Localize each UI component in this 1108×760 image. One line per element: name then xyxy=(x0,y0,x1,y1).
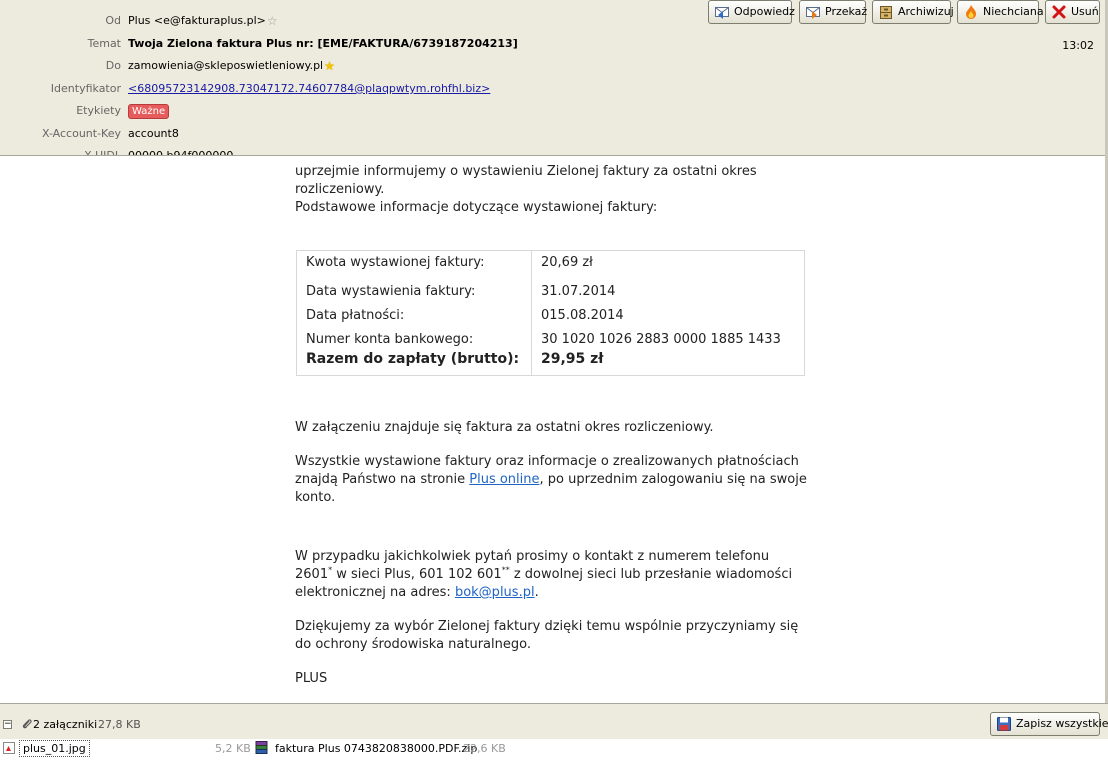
table-cell-value: 29,95 zł xyxy=(541,351,604,367)
table-cell-label: Data płatności: xyxy=(296,303,532,327)
to-value[interactable]: zamowienia@skleposwietleniowy.pl★ xyxy=(128,57,335,75)
from-label: Od xyxy=(105,14,121,27)
zip-archive-icon xyxy=(255,741,268,754)
invoices-paragraph: Wszystkie wystawione faktury oraz inform… xyxy=(295,454,807,505)
message-time: 13:02 xyxy=(1062,39,1094,52)
tag-important-badge[interactable]: Ważne xyxy=(128,104,170,119)
flame-icon xyxy=(966,5,976,19)
table-cell-value: 20,69 zł xyxy=(541,255,593,270)
floppy-disk-icon xyxy=(997,717,1011,731)
attachment-list: plus_01.jpg 5,2 KB faktura Plus 07438208… xyxy=(0,739,1108,760)
attachment-note: W załączeniu znajduje się faktura za ost… xyxy=(295,420,714,435)
message-content: uprzejmie informujemy o wystawieniu Ziel… xyxy=(295,163,810,217)
to-label: Do xyxy=(105,59,121,72)
signature: PLUS xyxy=(295,671,328,686)
subject-label: Temat xyxy=(87,37,121,50)
save-all-button[interactable]: Zapisz wszystkie xyxy=(990,712,1108,736)
table-row-total: Razem do zapłaty (brutto): 29,95 zł xyxy=(296,351,805,376)
junk-button[interactable]: Niechciana xyxy=(957,0,1044,24)
table-cell-value: 015.08.2014 xyxy=(541,307,624,323)
account-key-value: account8 xyxy=(128,127,179,140)
account-key-label: X-Account-Key xyxy=(41,127,121,140)
forward-icon xyxy=(806,7,820,19)
attachments-total-size: 27,8 KB xyxy=(98,718,141,731)
subject-value: Twoja Zielona faktura Plus nr: [EME/FAKT… xyxy=(128,37,518,50)
uidl-label: X-UIDL xyxy=(84,149,121,156)
image-file-icon xyxy=(3,742,15,754)
collapse-toggle-icon[interactable]: − xyxy=(3,720,12,729)
star-filled-icon[interactable]: ★ xyxy=(324,60,335,72)
intro-paragraph: uprzejmie informujemy o wystawieniu Ziel… xyxy=(295,164,757,197)
paperclip-icon xyxy=(22,719,32,729)
attachment-name: faktura Plus 0743820838000.PDF.zip xyxy=(275,742,478,755)
attachment-item[interactable]: faktura Plus 0743820838000.PDF.zip 22,6 … xyxy=(254,739,514,758)
message-id-label: Identyfikator xyxy=(50,82,121,95)
table-cell-label: Razem do zapłaty (brutto): xyxy=(296,351,532,376)
thanks-paragraph: Dziękujemy za wybór Zielonej faktury dzi… xyxy=(295,619,799,652)
invoice-summary-table: Kwota wystawionej faktury: 20,69 zł Data… xyxy=(296,250,805,376)
message-content-lower: W załączeniu znajduje się faktura za ost… xyxy=(295,419,810,688)
table-row: Kwota wystawionej faktury: 20,69 zł xyxy=(296,250,805,279)
plus-online-link[interactable]: Plus online xyxy=(469,472,539,487)
table-cell-label: Data wystawienia faktury: xyxy=(296,279,532,303)
intro-subheading: Podstawowe informacje dotyczące wystawio… xyxy=(295,200,658,215)
table-cell-label: Numer konta bankowego: xyxy=(296,327,532,351)
message-body-pane[interactable]: uprzejmie informujemy o wystawieniu Ziel… xyxy=(0,156,1106,703)
table-cell-value: 31.07.2014 xyxy=(541,283,616,299)
archive-button[interactable]: Archiwizuj xyxy=(872,0,954,24)
reply-button[interactable]: Odpowiedz xyxy=(708,0,795,24)
from-value[interactable]: Plus <e@fakturaplus.pl>☆ xyxy=(128,12,278,30)
star-empty-icon[interactable]: ☆ xyxy=(267,15,278,27)
attachment-name: plus_01.jpg xyxy=(19,740,90,757)
delete-x-icon xyxy=(1052,5,1066,19)
table-row: Data płatności: 015.08.2014 xyxy=(296,303,805,327)
contact-paragraph: W przypadku jakichkolwiek pytań prosimy … xyxy=(295,549,793,600)
forward-button[interactable]: Przekaż xyxy=(799,0,867,24)
attachment-item[interactable]: plus_01.jpg 5,2 KB xyxy=(0,739,251,758)
attachment-size: 5,2 KB xyxy=(215,742,251,755)
message-header-pane: Od Plus <e@fakturaplus.pl>☆ Temat Twoja … xyxy=(0,0,1108,156)
message-id-link[interactable]: <68095723142908.73047172.74607784@plaqpw… xyxy=(128,82,490,95)
archive-icon xyxy=(880,6,892,19)
support-email-link[interactable]: bok@plus.pl xyxy=(455,585,535,600)
table-row: Numer konta bankowego: 30 1020 1026 2883… xyxy=(296,327,805,351)
table-cell-value: 30 1020 1026 2883 0000 1885 1433 xyxy=(541,331,781,347)
attachment-count: 2 załączniki xyxy=(21,718,97,732)
attachment-size: 22,6 KB xyxy=(463,742,506,755)
delete-button[interactable]: Usuń xyxy=(1045,0,1100,24)
uidl-value: 00000 b94f000000 xyxy=(128,149,234,156)
tags-label: Etykiety xyxy=(76,104,121,117)
table-cell-label: Kwota wystawionej faktury: xyxy=(296,250,532,279)
table-row: Data wystawienia faktury: 31.07.2014 xyxy=(296,279,805,303)
reply-icon xyxy=(715,7,729,19)
attachments-bar: − 2 załączniki 27,8 KB Zapisz wszystkie xyxy=(0,703,1108,740)
